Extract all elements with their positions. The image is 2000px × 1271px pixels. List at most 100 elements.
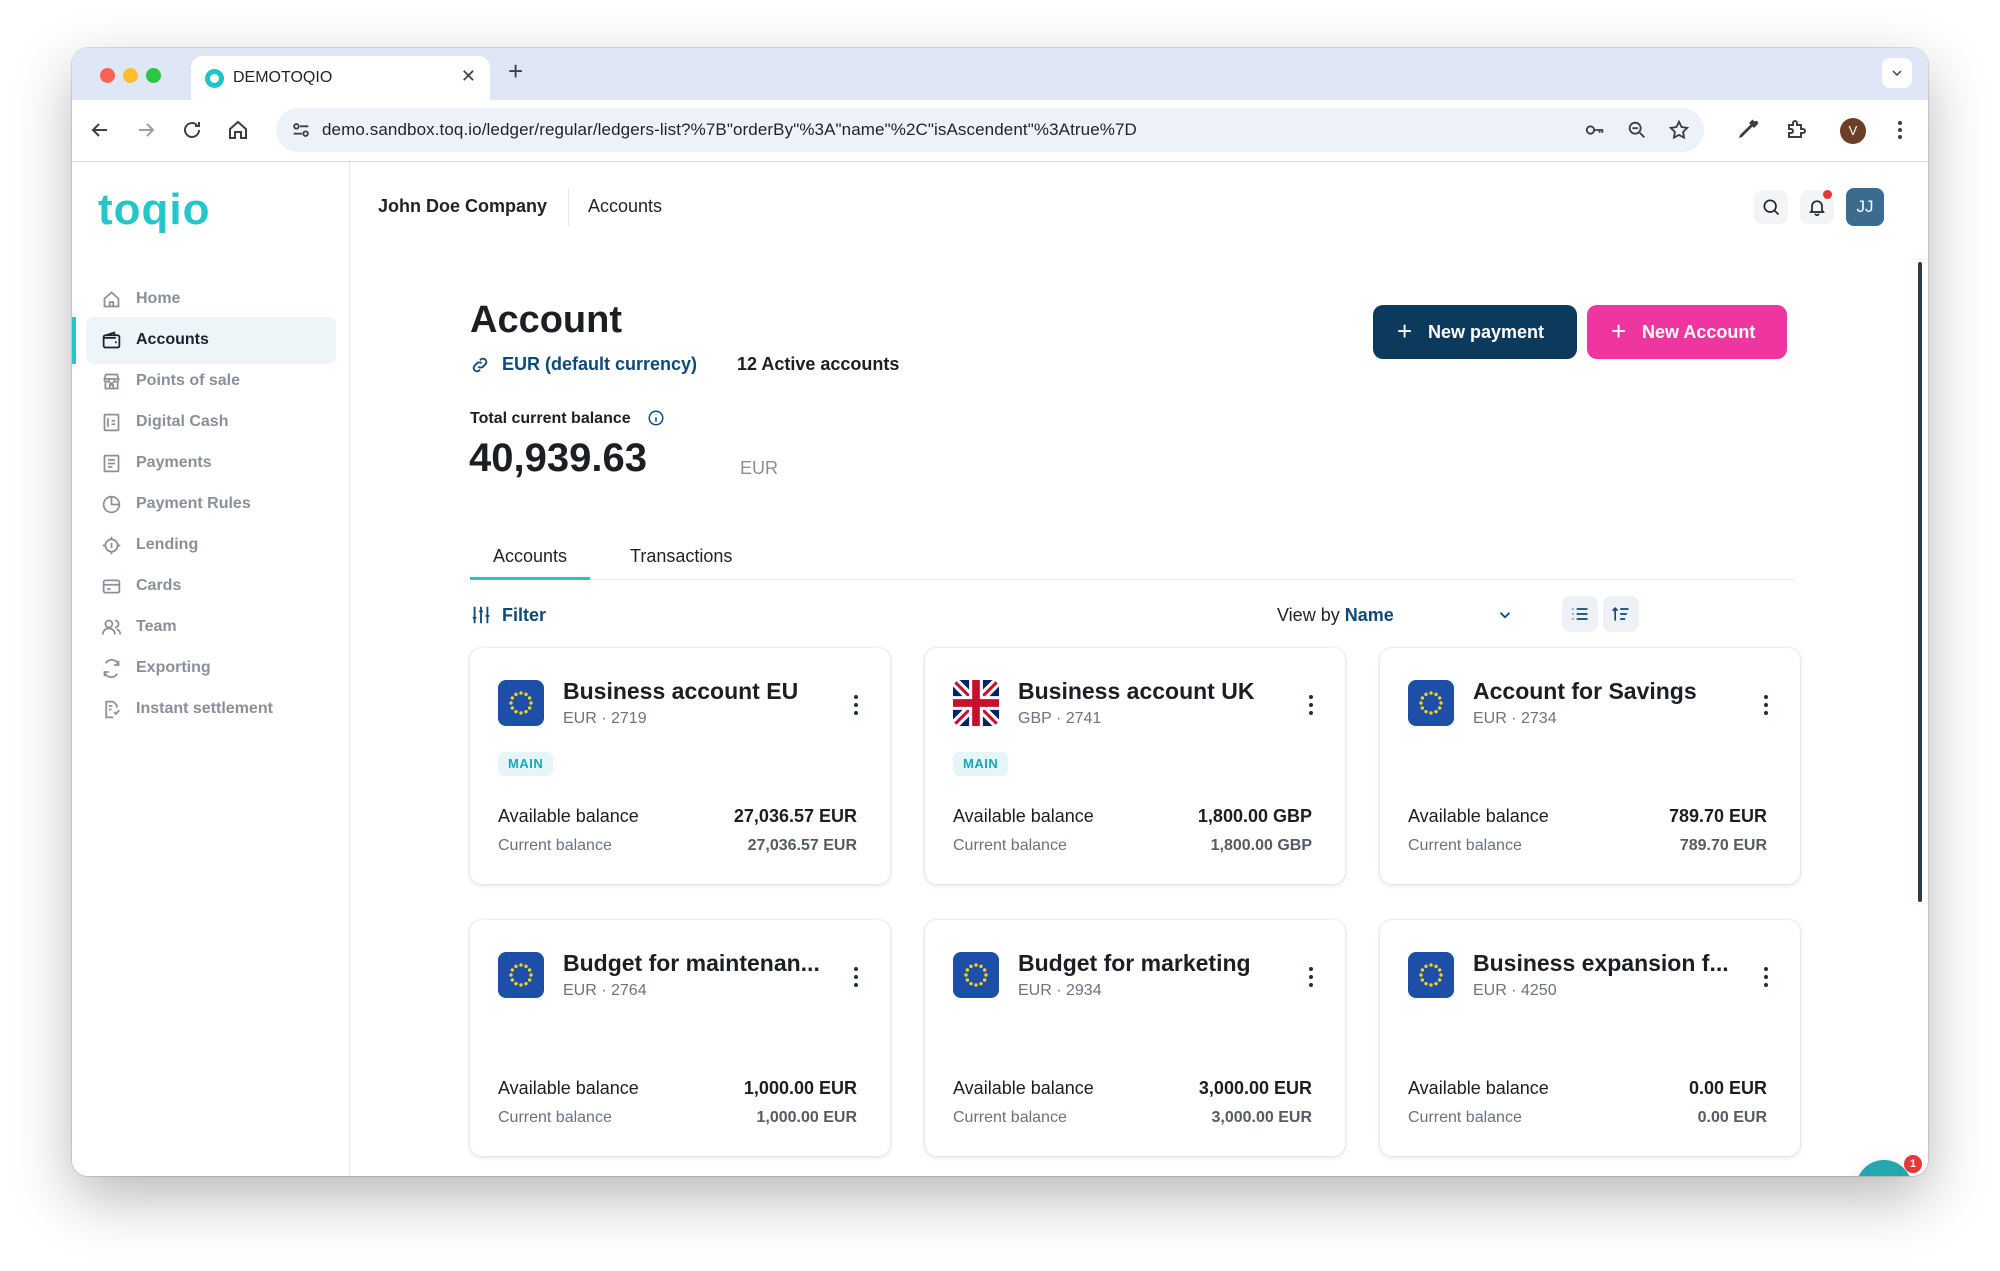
sidebar: toqio Home Accounts Points of sale Digit…	[72, 162, 350, 1176]
eyedropper-extension-icon[interactable]	[1736, 118, 1760, 142]
url-text: demo.sandbox.toq.io/ledger/regular/ledge…	[322, 120, 1137, 139]
notifications-button[interactable]	[1800, 190, 1834, 224]
sidebar-item-lending[interactable]: Lending	[86, 522, 336, 569]
sidebar-item-accounts[interactable]: Accounts	[72, 317, 336, 364]
back-icon[interactable]	[88, 118, 112, 142]
sidebar-item-label: Cards	[136, 577, 182, 594]
new-tab-button[interactable]: +	[508, 58, 523, 84]
tab-accounts[interactable]: Accounts	[469, 546, 591, 580]
current-balance-label: Current balance	[953, 837, 1067, 854]
browser-window: DEMOTOQIO ✕ + demo.sandbox.toq.io/ledger…	[72, 48, 1928, 1176]
info-icon[interactable]	[647, 409, 665, 427]
kebab-menu-icon[interactable]	[1307, 694, 1315, 716]
refresh-icon	[101, 658, 122, 679]
sidebar-item-team[interactable]: Team	[86, 604, 336, 651]
chat-unread-badge: 1	[1904, 1155, 1922, 1173]
eu-flag-icon	[1408, 680, 1454, 726]
account-card[interactable]: Budget for marketing EUR · 2934 Availabl…	[925, 920, 1345, 1156]
forward-icon[interactable]	[134, 118, 158, 142]
kebab-menu-icon[interactable]	[1762, 966, 1770, 988]
tab-close-icon[interactable]: ✕	[461, 66, 476, 87]
site-settings-icon[interactable]	[290, 119, 312, 141]
available-balance-label: Available balance	[1408, 806, 1549, 826]
default-currency-label: EUR (default currency)	[502, 354, 698, 374]
total-balance-label: Total current balance	[470, 410, 631, 427]
sidebar-item-instant-settlement[interactable]: Instant settlement	[86, 686, 336, 733]
available-balance-value: 3,000.00 EUR	[1198, 1078, 1312, 1098]
plus-icon: +	[1611, 316, 1627, 346]
bookmark-star-icon[interactable]	[1668, 119, 1690, 141]
list-icon	[1572, 608, 1588, 620]
home-browser-icon[interactable]	[226, 118, 250, 142]
new-account-button[interactable]: + New Account	[1587, 305, 1787, 359]
chevron-down-icon[interactable]	[1496, 606, 1514, 624]
store-icon	[101, 371, 122, 392]
browser-tab[interactable]: DEMOTOQIO ✕	[191, 56, 490, 100]
team-icon	[101, 617, 122, 638]
eu-flag-icon	[1408, 952, 1454, 998]
kebab-menu-icon[interactable]	[1762, 694, 1770, 716]
page-scrollbar[interactable]	[1918, 262, 1922, 902]
view-by-select[interactable]: View by Name	[1277, 605, 1394, 626]
sidebar-item-label: Digital Cash	[136, 413, 229, 430]
password-key-icon[interactable]	[1584, 119, 1606, 141]
total-balance-value: 40,939.63	[469, 436, 647, 480]
current-balance-value: 0.00 EUR	[1697, 1109, 1767, 1126]
reload-icon[interactable]	[180, 118, 204, 142]
account-name: Budget for maintenan...	[563, 950, 820, 976]
sort-order-button[interactable]	[1603, 596, 1639, 632]
page-title: Account	[470, 299, 622, 341]
minimize-window-button[interactable]	[123, 68, 138, 83]
extensions-puzzle-icon[interactable]	[1784, 118, 1808, 142]
user-avatar[interactable]: JJ	[1846, 188, 1884, 226]
list-view-button[interactable]	[1562, 596, 1598, 632]
address-bar[interactable]: demo.sandbox.toq.io/ledger/regular/ledge…	[276, 108, 1704, 152]
account-currency-number: EUR · 2719	[563, 710, 647, 727]
app-root: toqio Home Accounts Points of sale Digit…	[72, 162, 1928, 1176]
home-icon	[101, 289, 122, 310]
account-card[interactable]: Business expansion f... EUR · 4250 Avail…	[1380, 920, 1800, 1156]
logo-image: toqio	[98, 185, 210, 234]
maximize-window-button[interactable]	[146, 68, 161, 83]
browser-menu-icon[interactable]	[1888, 118, 1912, 142]
sidebar-item-digital-cash[interactable]: Digital Cash	[86, 399, 336, 446]
company-name[interactable]: John Doe Company	[378, 196, 547, 217]
sidebar-item-label: Instant settlement	[136, 700, 273, 717]
new-account-label: New Account	[1642, 322, 1756, 342]
toqio-logo[interactable]: toqio	[98, 185, 263, 239]
current-balance-label: Current balance	[953, 1109, 1067, 1126]
notification-dot	[1823, 190, 1832, 199]
tab-search-button[interactable]	[1882, 58, 1912, 88]
sidebar-item-exporting[interactable]: Exporting	[86, 645, 336, 692]
sidebar-item-points-of-sale[interactable]: Points of sale	[86, 358, 336, 405]
available-balance-label: Available balance	[953, 806, 1094, 826]
account-card[interactable]: Business account EU EUR · 2719 MAIN Avai…	[470, 648, 890, 884]
kebab-menu-icon[interactable]	[1307, 966, 1315, 988]
search-button[interactable]	[1754, 190, 1788, 224]
current-balance-value: 27,036.57 EUR	[747, 837, 857, 854]
view-by-value: Name	[1344, 605, 1394, 625]
active-accounts-count: 12 Active accounts	[737, 354, 900, 374]
tab-transactions[interactable]: Transactions	[630, 546, 732, 567]
account-card[interactable]: Budget for maintenan... EUR · 2764 Avail…	[470, 920, 890, 1156]
account-card[interactable]: Business account UK GBP · 2741 MAIN Avai…	[925, 648, 1345, 884]
new-payment-button[interactable]: + New payment	[1373, 305, 1577, 359]
sidebar-item-home[interactable]: Home	[86, 276, 336, 323]
close-window-button[interactable]	[100, 68, 115, 83]
sidebar-item-payments[interactable]: Payments	[86, 440, 336, 487]
breadcrumb: Accounts	[588, 196, 663, 216]
current-balance-value: 1,800.00 GBP	[1210, 837, 1312, 854]
sidebar-item-label: Lending	[136, 536, 199, 553]
browser-toolbar: demo.sandbox.toq.io/ledger/regular/ledge…	[72, 100, 1928, 162]
kebab-menu-icon[interactable]	[852, 694, 860, 716]
sidebar-item-cards[interactable]: Cards	[86, 563, 336, 610]
sidebar-item-label: Payments	[136, 454, 212, 471]
sidebar-item-payment-rules[interactable]: Payment Rules	[86, 481, 336, 528]
kebab-menu-icon[interactable]	[852, 966, 860, 988]
account-card[interactable]: Account for Savings EUR · 2734 Available…	[1380, 648, 1800, 884]
account-currency-number: EUR · 2734	[1473, 710, 1557, 727]
zoom-icon[interactable]	[1626, 119, 1648, 141]
profile-avatar[interactable]: V	[1840, 118, 1866, 144]
settlement-icon	[101, 699, 122, 720]
app-topbar: John Doe Company Accounts JJ	[351, 162, 1928, 254]
